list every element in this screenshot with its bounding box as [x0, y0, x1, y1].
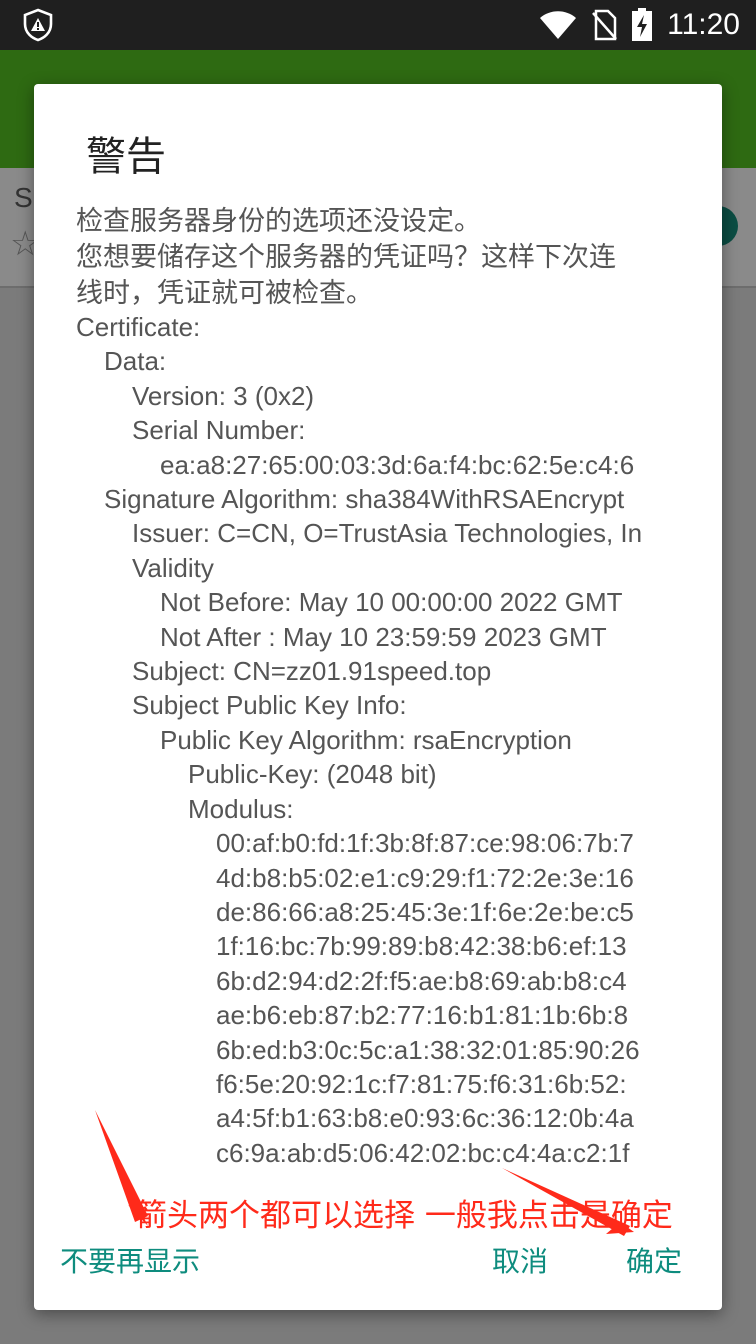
ok-button[interactable]: 确定: [626, 1240, 682, 1280]
annotation-text: 箭头两个都可以选择 一般我点击是确定: [136, 1198, 673, 1234]
certificate-details[interactable]: Certificate: Data: Version: 3 (0x2) Serial …: [76, 310, 680, 1168]
certificate-line: a4:5f:b1:63:b8:e0:93:6c:36:12:0b:4a: [216, 1103, 634, 1134]
certificate-line: Subject Public Key Info:: [132, 690, 407, 721]
certificate-line: Issuer: C=CN, O=TrustAsia Technologies, …: [132, 518, 643, 549]
message-line: 检查服务器身份的选项还没设定。: [76, 206, 481, 237]
certificate-line: Not After : May 10 23:59:59 2023 GMT: [160, 621, 607, 652]
certificate-line: Public Key Algorithm: rsaEncryption: [160, 724, 572, 755]
certificate-line: Subject: CN=zz01.91speed.top: [132, 656, 492, 687]
certificate-line: Validity: [132, 552, 214, 583]
wifi-icon: [540, 11, 577, 39]
certificate-line: 6b:ed:b3:0c:5c:a1:38:32:01:85:90:26: [216, 1034, 640, 1065]
warning-dialog: 警告 检查服务器身份的选项还没设定。 您想要储存这个服务器的凭证吗？这样下次连 …: [34, 84, 722, 1310]
certificate-line: Certificate:: [76, 312, 201, 342]
certificate-line: 6b:d2:94:d2:2f:f5:ae:b8:69:ab:b8:c4: [216, 965, 627, 996]
dialog-message: 检查服务器身份的选项还没设定。 您想要储存这个服务器的凭证吗？这样下次连 线时，…: [76, 204, 680, 312]
status-time: 11:20: [667, 8, 740, 41]
shield-alert-icon: [23, 8, 53, 42]
certificate-line: Not Before: May 10 00:00:00 2022 GMT: [160, 587, 623, 618]
certificate-line: ae:b6:eb:87:b2:77:16:b1:81:1b:6b:8: [216, 1000, 629, 1031]
certificate-line: Version: 3 (0x2): [132, 380, 315, 411]
certificate-line: Signature Algorithm: sha384WithRSAEncryp…: [104, 484, 625, 515]
certificate-line: c6:9a:ab:d5:06:42:02:bc:c4:4a:c2:1f: [216, 1137, 630, 1168]
dialog-title: 警告: [86, 134, 166, 180]
certificate-line: Serial Number:: [132, 415, 306, 446]
certificate-line: Public-Key: (2048 bit): [188, 759, 437, 790]
certificate-line: 1f:16:bc:7b:99:89:b8:42:38:b6:ef:13: [216, 931, 627, 962]
message-line: 线时，凭证就可被检查。: [76, 278, 373, 309]
certificate-line: 00:af:b0:fd:1f:3b:8f:87:ce:98:06:7b:7: [216, 828, 634, 859]
dont-show-again-button[interactable]: 不要再显示: [60, 1240, 200, 1280]
certificate-line: Data:: [104, 346, 167, 377]
certificate-line: Modulus:: [188, 793, 294, 824]
cancel-button[interactable]: 取消: [492, 1240, 548, 1280]
background-item-label: S: [14, 182, 33, 213]
certificate-line: ea:a8:27:65:00:03:3d:6a:f4:bc:62:5e:c4:6: [160, 449, 635, 480]
certificate-line: 4d:b8:b5:02:e1:c9:29:f1:72:2e:3e:16: [216, 862, 634, 893]
battery-charging-icon: [632, 8, 653, 41]
status-bar: 11:20: [0, 0, 756, 50]
message-line: 您想要储存这个服务器的凭证吗？这样下次连: [76, 242, 616, 273]
no-sim-icon: [592, 9, 618, 41]
certificate-line: de:86:66:a8:25:45:3e:1f:6e:2e:be:c5: [216, 896, 634, 927]
certificate-line: f6:5e:20:92:1c:f7:81:75:f6:31:6b:52:: [216, 1068, 627, 1099]
